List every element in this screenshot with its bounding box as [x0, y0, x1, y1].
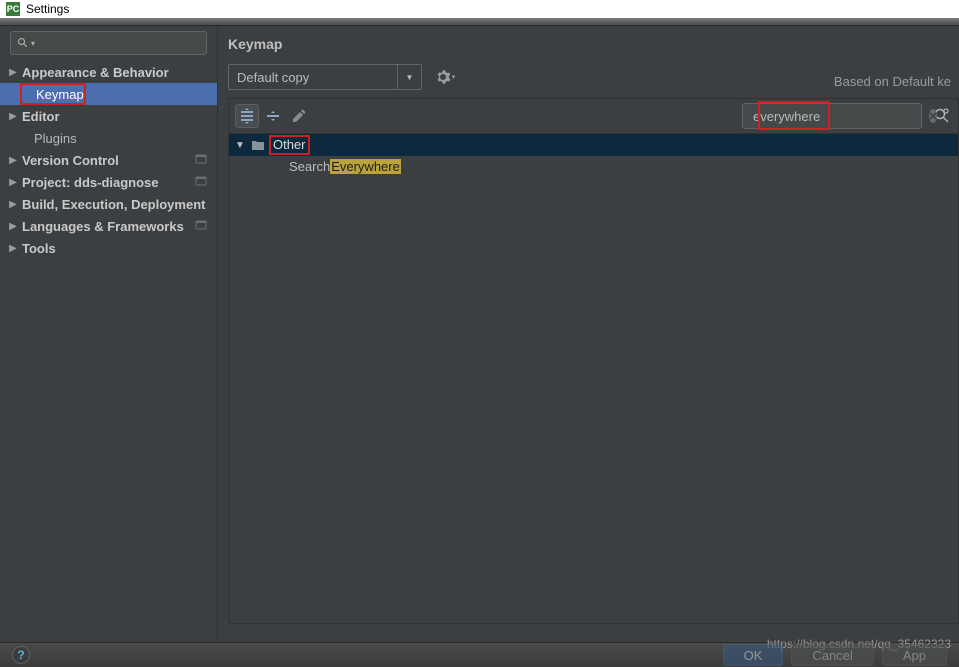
sidebar-item-version-control[interactable]: ▶ Version Control — [0, 149, 217, 171]
action-label-prefix: Search — [289, 159, 330, 174]
tree-action-row[interactable]: Search Everywhere — [229, 156, 958, 176]
sidebar-item-label: Version Control — [22, 153, 119, 168]
chevron-down-icon: ▾ — [31, 39, 35, 48]
sidebar-item-label: Project: dds-diagnose — [22, 175, 159, 190]
sidebar-item-plugins[interactable]: ▶ Plugins — [0, 127, 217, 149]
page-title: Keymap — [218, 26, 959, 60]
expand-tree-icon — [239, 108, 255, 124]
actions-tree[interactable]: ▼ Other Search Everywhere — [228, 134, 959, 624]
edit-shortcut-button[interactable] — [287, 104, 311, 128]
content-panel: Keymap Default copy ▼ ▾ Based on Default… — [218, 26, 959, 642]
chevron-right-icon: ▶ — [6, 243, 20, 254]
sidebar-item-build-execution-deployment[interactable]: ▶ Build, Execution, Deployment — [0, 193, 217, 215]
keymap-select[interactable]: Default copy — [228, 64, 398, 90]
chevron-right-icon: ▶ — [6, 199, 20, 210]
sidebar-item-project[interactable]: ▶ Project: dds-diagnose — [0, 171, 217, 193]
cancel-button[interactable]: Cancel — [791, 644, 873, 666]
chevron-right-icon: ▶ — [6, 221, 20, 232]
tree-group-label: Other — [273, 137, 306, 152]
keymap-select-dropdown[interactable]: ▼ — [398, 64, 422, 90]
sidebar-item-keymap[interactable]: ▶ Keymap — [0, 83, 217, 105]
highlight-box: Other — [269, 135, 310, 155]
keymap-toolbar: Default copy ▼ ▾ Based on Default ke — [218, 60, 959, 98]
window-titlebar: PC Settings — [0, 0, 959, 18]
based-on-label: Based on Default ke — [834, 74, 951, 89]
keymap-gear-button[interactable]: ▾ — [434, 66, 456, 88]
apply-button[interactable]: App — [882, 644, 947, 666]
search-icon — [17, 37, 29, 49]
pencil-icon — [291, 108, 307, 124]
collapse-tree-icon — [265, 108, 281, 124]
sidebar-item-label: Appearance & Behavior — [22, 65, 169, 80]
sidebar-item-tools[interactable]: ▶ Tools — [0, 237, 217, 259]
chevron-right-icon: ▶ — [6, 155, 20, 166]
action-label-highlight: Everywhere — [330, 159, 401, 174]
sidebar-item-label: Editor — [22, 109, 60, 124]
sidebar-search[interactable]: ▾ — [10, 31, 207, 55]
collapse-all-button[interactable] — [261, 104, 285, 128]
sidebar-item-label: Plugins — [34, 131, 77, 146]
sidebar-search-input[interactable] — [39, 36, 200, 50]
clear-search-button[interactable] — [929, 109, 937, 123]
chevron-right-icon: ▶ — [6, 177, 20, 188]
sidebar-item-appearance-behavior[interactable]: ▶ Appearance & Behavior — [0, 61, 217, 83]
sidebar-item-label: Keymap — [36, 87, 84, 102]
settings-sidebar: ▾ ▶ Appearance & Behavior ▶ Keymap ▶ Edi… — [0, 26, 218, 642]
folder-icon — [251, 138, 265, 152]
chevron-down-icon: ▾ — [452, 73, 456, 81]
chevron-down-icon: ▼ — [233, 140, 247, 151]
sidebar-item-label: Build, Execution, Deployment — [22, 197, 205, 212]
expand-all-button[interactable] — [235, 104, 259, 128]
project-scope-icon — [195, 175, 207, 187]
keymap-select-value: Default copy — [237, 70, 309, 85]
action-search[interactable] — [742, 103, 922, 129]
action-search-input[interactable] — [753, 109, 929, 124]
tree-group-row[interactable]: ▼ Other — [229, 134, 958, 156]
help-button[interactable]: ? — [12, 646, 30, 664]
gear-icon — [435, 69, 451, 85]
dialog-button-bar: ? https://blog.csdn.net/qq_35462323 OK C… — [0, 642, 959, 667]
titlebar-gradient — [0, 18, 959, 26]
window-title: Settings — [26, 2, 69, 16]
app-icon: PC — [6, 2, 20, 16]
project-scope-icon — [195, 153, 207, 165]
chevron-right-icon: ▶ — [6, 111, 20, 122]
sidebar-item-languages-frameworks[interactable]: ▶ Languages & Frameworks — [0, 215, 217, 237]
actions-toolbar — [228, 98, 959, 134]
sidebar-item-label: Tools — [22, 241, 56, 256]
sidebar-tree: ▶ Appearance & Behavior ▶ Keymap ▶ Edito… — [0, 61, 217, 642]
ok-button[interactable]: OK — [723, 644, 784, 666]
close-icon — [929, 112, 937, 120]
project-scope-icon — [195, 219, 207, 231]
chevron-down-icon: ▼ — [406, 73, 414, 82]
main-area: ▾ ▶ Appearance & Behavior ▶ Keymap ▶ Edi… — [0, 26, 959, 642]
sidebar-item-label: Languages & Frameworks — [22, 219, 184, 234]
chevron-right-icon: ▶ — [6, 67, 20, 78]
highlight-box: Keymap — [20, 83, 86, 105]
sidebar-item-editor[interactable]: ▶ Editor — [0, 105, 217, 127]
